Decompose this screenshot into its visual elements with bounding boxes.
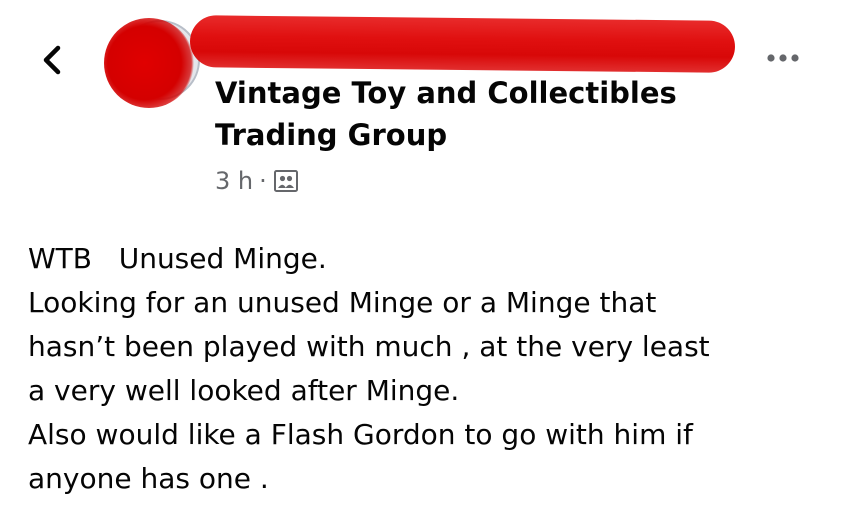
- post-text-line: Looking for an unused Minge or a Minge t…: [28, 286, 657, 319]
- meta-separator: ·: [259, 167, 267, 195]
- chevron-left-icon: [43, 45, 61, 75]
- post-timestamp[interactable]: 3 h: [215, 167, 253, 195]
- post-text-line: Also would like a Flash Gordon to go wit…: [28, 418, 693, 451]
- avatar-redaction: [104, 18, 194, 108]
- post-body: WTB Unused Minge. Looking for an unused …: [28, 237, 828, 501]
- author-name-redaction: [189, 15, 736, 73]
- post-text-line: a very well looked after Minge.: [28, 374, 460, 407]
- group-name-line-2: Trading Group: [215, 118, 448, 152]
- back-button[interactable]: [34, 40, 70, 80]
- group-audience-icon[interactable]: [273, 169, 299, 193]
- avatar[interactable]: [104, 14, 200, 108]
- group-name-line-1: Vintage Toy and Collectibles: [215, 76, 677, 110]
- post-text-line: hasn’t been played with much , at the ve…: [28, 330, 710, 363]
- post-meta: 3 h ·: [215, 165, 299, 197]
- post-text-line: anyone has one .: [28, 462, 269, 495]
- group-name-link[interactable]: Vintage Toy and Collectibles Trading Gro…: [215, 72, 775, 156]
- post-text-line: WTB Unused Minge.: [28, 242, 327, 275]
- post-header: Vintage Toy and Collectibles Trading Gro…: [0, 0, 843, 210]
